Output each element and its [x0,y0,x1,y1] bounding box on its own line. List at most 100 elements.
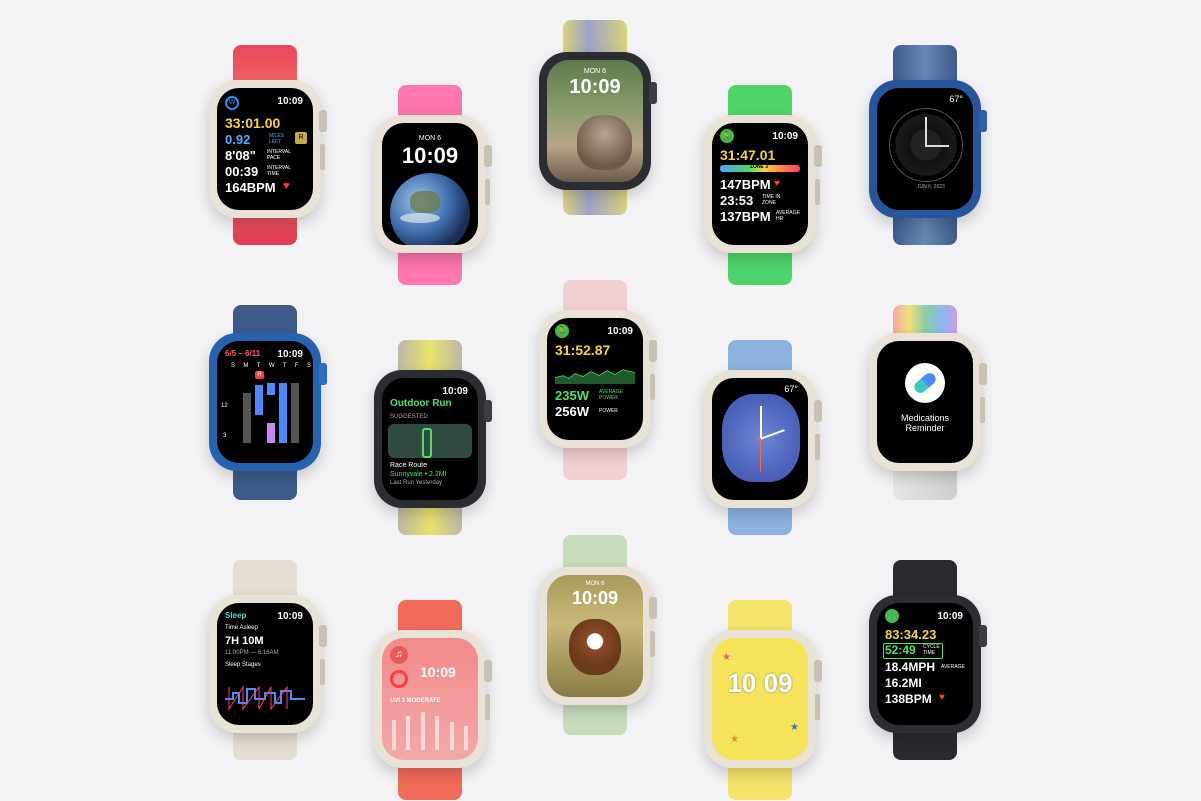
star-icon: ★ [722,652,731,663]
dial [722,394,800,482]
clock-time: 10:09 [277,349,303,360]
watch-screen: ♫ 10:09 UVI 3 MODERATE [382,638,478,760]
digital-crown [319,363,327,385]
elapsed-time: 33:01.00 [225,115,281,131]
weekday: M [243,363,249,369]
watch-case: 67° [704,370,822,508]
distance-value: 0.92 [225,132,251,147]
weekday: W [268,363,275,369]
watch-metropolitan-face: 67° [695,340,825,535]
dial [889,108,963,182]
power-graph [555,369,635,384]
digital-crown [484,660,492,682]
zone-time-label: TIME IN ZONE [762,194,781,206]
star-icon: ★ [790,722,799,733]
face-time: 10:09 [569,76,621,98]
watch-medications: Medications Reminder [860,305,990,500]
watch-screen: 67° JUN 6, 2023 [877,88,973,210]
workout-ring-icon: W [225,96,239,110]
side-button [320,659,325,685]
digital-crown [649,597,657,619]
today-marker: R [255,371,264,379]
side-button [650,374,655,400]
route-name: Race Route [390,462,427,469]
watch-screen: 10:09 Outdoor Run SUGGESTED Race Route S… [382,378,478,500]
watch-outdoor-run: 10:09 Outdoor Run SUGGESTED Race Route S… [365,340,495,535]
temperature: 67° [784,384,798,394]
side-button [980,397,985,423]
calendar-bars [231,383,311,453]
digital-crown [484,145,492,167]
activity-rings-icon [390,670,408,688]
watch-screen: MON 6 10:09 [547,575,643,697]
speed-value: 18.4MPH [885,660,936,674]
digital-crown [814,145,822,167]
watch-photo-cat-face: MON 6 10:09 [530,20,660,215]
avg-power-label: AVERAGE POWER [599,389,623,401]
route-place: Sunnyvale • 2.2MI [390,471,447,478]
watch-case: 10:09 Outdoor Run SUGGESTED Race Route S… [374,370,492,508]
watch-case: MON 6 10:09 [374,115,492,253]
weekday: F [294,363,299,369]
digital-crown [979,110,987,132]
watch-case: 🏃 10:09 31:47.01 ZONE 3 147BPM ♥ 23:53 T… [704,115,822,253]
watch-screen: 🏃 10:09 31:47.01 ZONE 3 147BPM ♥ 23:53 T… [712,123,808,245]
watch-case: MON 6 10:09 [539,567,657,705]
temperature: 67° [949,94,963,104]
watch-screen: W 10:09 33:01.00 0.92 MILES LEFT R 8'08"… [217,88,313,210]
app-title: Sleep [225,611,247,620]
watch-screen: MON 6 10:09 [382,123,478,245]
digital-crown [319,625,327,647]
hour-label: 3 [223,433,227,439]
clock-time: 10:09 [607,326,633,337]
sleep-span: 11:00PM — 6:16AM [225,650,279,656]
dog-photo [569,619,621,675]
watch-playful-face: 10 09 ★ ★ ★ [695,600,825,800]
side-badge: R [295,132,307,144]
watch-case: 🚲 10:09 83:34.23 52:49 CYCLE TIME 18.4MP… [869,595,987,733]
distance-value: 16.2MI [885,676,922,690]
side-button [815,179,820,205]
interval-value: 00:39 [225,164,259,179]
route-map[interactable] [388,424,472,458]
watch-case: 67° JUN 6, 2023 [869,80,987,218]
face-time: 10:09 [401,143,459,168]
asleep-value: 7H 10M [225,635,264,647]
watch-workout-interval: W 10:09 33:01.00 0.92 MILES LEFT R 8'08"… [200,45,330,245]
heart-icon: ♥ [283,180,290,192]
playful-digits: 10 09 [727,668,793,698]
side-button [485,694,490,720]
watch-screen: 10 09 ★ ★ ★ [712,638,808,760]
heart-icon: ♥ [939,692,945,703]
watch-earth-face: MON 6 10:09 [365,85,495,285]
face-time: 10:09 [420,664,456,680]
watch-case: MON 6 10:09 [539,52,657,190]
watch-screen: Sleep 10:09 Time Asleep 7H 10M 11:00PM —… [217,603,313,725]
watch-running-power: 🏃 10:09 31:52.87 235W AVERAGE POWER 256W… [530,280,660,480]
side-button [815,694,820,720]
digital-crown [484,400,492,422]
digital-crown [979,363,987,385]
zone-time-value: 23:53 [720,193,754,208]
sleep-stages-chart [225,685,305,711]
hour-label: 12 [221,403,228,409]
heart-icon: ♥ [774,178,780,189]
watch-case: 6/5 – 6/11 10:09 S M T W T F S R 12 3 [209,333,327,471]
workout-title[interactable]: Outdoor Run [390,398,452,409]
elapsed-time: 31:47.01 [720,147,776,163]
side-button [815,434,820,460]
watch-astronomy-face: 67° JUN 6, 2023 [860,45,990,245]
music-icon: ♫ [390,646,408,664]
watch-screen: MON 6 10:09 [547,60,643,182]
elapsed-time: 31:52.87 [555,342,611,358]
digital-crown [649,340,657,362]
power-value: 256W [555,404,589,419]
face-date: MON 6 [418,135,442,142]
watch-case: W 10:09 33:01.00 0.92 MILES LEFT R 8'08"… [209,80,327,218]
avg-hr-value: 137BPM [720,209,771,224]
watch-sleep-stages: Sleep 10:09 Time Asleep 7H 10M 11:00PM —… [200,560,330,760]
watch-case: 🏃 10:09 31:52.87 235W AVERAGE POWER 256W… [539,310,657,448]
watch-case: Medications Reminder [869,333,987,471]
weekday: S [306,363,311,369]
watch-modular-face: ♫ 10:09 UVI 3 MODERATE [365,600,495,800]
